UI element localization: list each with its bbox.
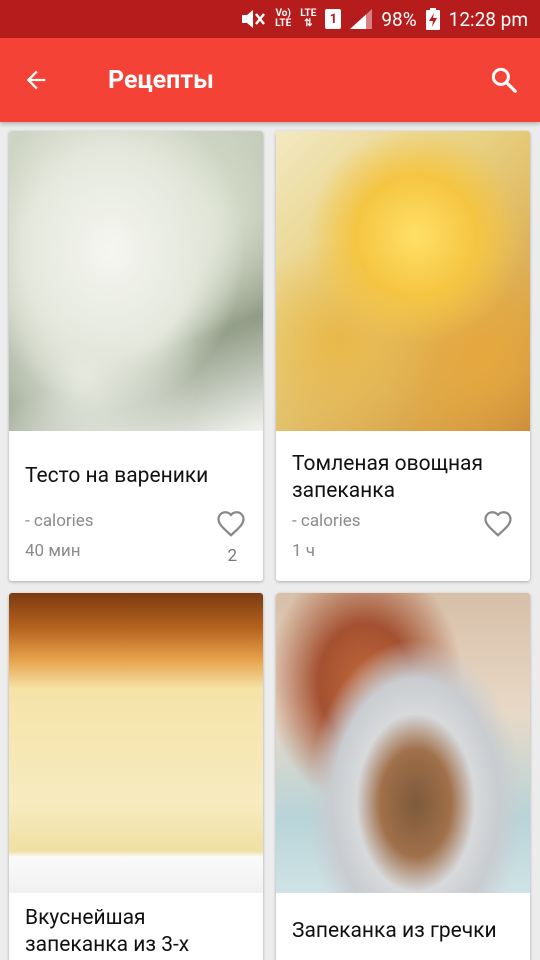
- battery-percent: 98%: [381, 7, 417, 31]
- search-icon: [491, 67, 517, 93]
- back-button[interactable]: [0, 38, 72, 122]
- recipe-time: 1 ч: [292, 541, 316, 561]
- recipe-name: Запеканка из гречки: [292, 919, 497, 943]
- recipe-name: Тесто на вареники: [25, 464, 209, 488]
- recipe-card[interactable]: Вкуснейшая запеканка из 3-х: [9, 593, 263, 960]
- battery-charging-icon: [425, 8, 440, 30]
- like-count: 2: [227, 546, 237, 566]
- recipe-grid: Тесто на вареники - calories 40 мин 2 То…: [0, 122, 540, 960]
- signal-icon: [350, 9, 373, 29]
- recipe-card[interactable]: Тесто на вареники - calories 40 мин 2: [9, 131, 263, 581]
- page-title: Рецепты: [108, 65, 214, 95]
- recipe-card[interactable]: Томленая овощная запеканка - calories 1 …: [276, 131, 530, 581]
- recipe-card[interactable]: Запеканка из гречки: [276, 593, 530, 960]
- heart-icon[interactable]: [215, 509, 247, 539]
- arrow-left-icon: [26, 70, 46, 90]
- recipe-name: Вкуснейшая запеканка из 3-х: [25, 906, 190, 957]
- recipe-photo: [276, 593, 530, 893]
- sim-slot-badge: 1: [325, 9, 342, 29]
- mute-icon: [242, 10, 266, 28]
- recipe-calories: - calories: [25, 511, 94, 531]
- heart-icon[interactable]: [482, 509, 514, 539]
- recipe-time: 40 мин: [25, 541, 81, 561]
- recipe-name: Томленая овощная запеканка: [292, 452, 484, 503]
- recipe-calories: - calories: [292, 511, 361, 531]
- volte-indicator: Vo) LTE: [275, 8, 292, 29]
- lte-indicator: LTE ⇅: [300, 8, 317, 29]
- recipe-photo: [276, 131, 530, 431]
- recipe-photo: [9, 131, 263, 431]
- clock: 12:28 pm: [448, 7, 528, 31]
- search-button[interactable]: [468, 38, 540, 122]
- status-bar: Vo) LTE LTE ⇅ 1 98% 12:28 pm: [0, 0, 540, 38]
- app-bar: Рецепты: [0, 38, 540, 122]
- recipe-photo: [9, 593, 263, 893]
